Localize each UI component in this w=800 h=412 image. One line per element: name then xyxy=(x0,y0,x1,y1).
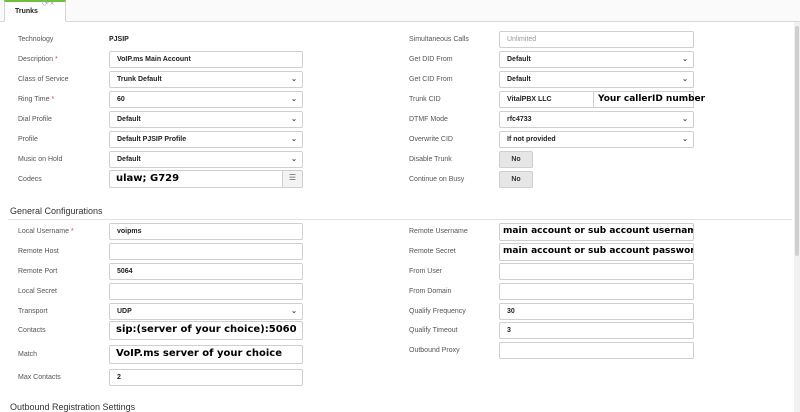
chevron-down-icon: ⌄ xyxy=(291,308,297,315)
chevron-down-icon: ⌄ xyxy=(291,136,297,143)
remote-username-input[interactable]: main account or sub account username xyxy=(499,223,694,241)
qualify-frequency-label: Qualify Frequency xyxy=(409,308,466,315)
remote-port-input[interactable]: 5064 xyxy=(109,263,303,280)
dtmf-mode-label: DTMF Mode xyxy=(409,116,448,123)
get-did-from-label: Get DID From xyxy=(409,56,453,63)
local-username-input[interactable]: voipms xyxy=(109,223,303,240)
remote-port-label: Remote Port xyxy=(18,268,58,275)
get-cid-from-select[interactable]: Default ⌄ xyxy=(499,71,694,88)
remote-host-label: Remote Host xyxy=(18,248,59,255)
trunk-cid-note-box: Your callerID number xyxy=(593,91,705,108)
tab-label: Trunks xyxy=(15,8,38,15)
chevron-down-icon: ⌄ xyxy=(682,76,688,83)
codecs-label: Codecs xyxy=(18,176,42,183)
remote-host-input[interactable] xyxy=(109,243,303,260)
overwrite-cid-label: Overwrite CID xyxy=(409,136,453,143)
local-secret-input[interactable] xyxy=(109,283,303,300)
match-label: Match xyxy=(18,351,38,358)
tab-bar: Trunks ⟳× xyxy=(0,0,800,22)
close-icon[interactable]: × xyxy=(50,0,56,8)
outbound-registration-title: Outbound Registration Settings xyxy=(10,402,136,412)
max-contacts-input[interactable]: 2 xyxy=(109,369,303,386)
trunk-cid-note: Your callerID number xyxy=(598,94,706,104)
description-label: Description * xyxy=(18,56,58,63)
outbound-proxy-label: Outbound Proxy xyxy=(409,347,460,354)
max-contacts-label: Max Contacts xyxy=(18,374,61,381)
remote-username-label: Remote Username xyxy=(409,228,468,235)
remote-secret-input[interactable]: main account or sub account password xyxy=(499,243,694,261)
get-cid-from-label: Get CID From xyxy=(409,76,453,83)
outbound-proxy-input[interactable] xyxy=(499,342,694,359)
qualify-timeout-label: Qualify Timeout xyxy=(409,327,458,334)
disable-trunk-label: Disable Trunk xyxy=(409,156,452,163)
match-input[interactable]: VoIP.ms server of your choice xyxy=(109,345,303,364)
disable-trunk-toggle[interactable]: No xyxy=(499,151,533,168)
technology-label: Technology xyxy=(18,36,54,43)
profile-label: Profile xyxy=(18,136,38,143)
trunk-cid-label: Trunk CID xyxy=(409,96,441,103)
remote-secret-label: Remote Secret xyxy=(409,248,456,255)
transport-label: Transport xyxy=(18,308,48,315)
local-secret-label: Local Secret xyxy=(18,288,57,295)
profile-select[interactable]: Default PJSIP Profile ⌄ xyxy=(109,131,303,148)
from-user-input[interactable] xyxy=(499,263,694,280)
tab-trunks[interactable]: Trunks ⟳× xyxy=(4,0,66,22)
codecs-value: ulaw; G729 xyxy=(116,173,180,184)
simultaneous-calls-input[interactable]: Unlimited xyxy=(499,31,694,48)
chevron-down-icon: ⌄ xyxy=(682,56,688,63)
class-of-service-select[interactable]: Trunk Default ⌄ xyxy=(109,71,303,88)
codecs-field[interactable]: ulaw; G729 ☰ xyxy=(109,170,303,188)
refresh-icon[interactable]: ⟳ xyxy=(42,0,50,8)
contacts-label: Contacts xyxy=(18,327,46,334)
qualify-frequency-input[interactable]: 30 xyxy=(499,303,694,320)
scrollbar[interactable] xyxy=(794,22,800,412)
ring-time-select[interactable]: 60 ⌄ xyxy=(109,91,303,108)
class-of-service-label: Class of Service xyxy=(18,76,69,83)
list-icon[interactable]: ☰ xyxy=(282,171,302,187)
from-user-label: From User xyxy=(409,268,443,275)
from-domain-label: From Domain xyxy=(409,288,452,295)
technology-value: PJSIP xyxy=(109,36,129,43)
continue-on-busy-label: Continue on Busy xyxy=(409,176,465,183)
overwrite-cid-select[interactable]: If not provided ⌄ xyxy=(499,131,694,148)
description-input[interactable]: VoIP.ms Main Account xyxy=(109,51,303,68)
dial-profile-select[interactable]: Default ⌄ xyxy=(109,111,303,128)
contacts-input[interactable]: sip:(server of your choice):5060 xyxy=(109,321,303,340)
get-did-from-select[interactable]: Default ⌄ xyxy=(499,51,694,68)
chevron-down-icon: ⌄ xyxy=(291,156,297,163)
dtmf-mode-select[interactable]: rfc4733 ⌄ xyxy=(499,111,694,128)
simultaneous-calls-label: Simultaneous Calls xyxy=(409,36,469,43)
remote-username-value: main account or sub account username xyxy=(503,226,694,236)
remote-secret-value: main account or sub account password xyxy=(503,246,694,256)
music-on-hold-label: Music on Hold xyxy=(18,156,63,163)
continue-on-busy-toggle[interactable]: No xyxy=(499,171,533,188)
general-configurations-title: General Configurations xyxy=(10,206,103,216)
chevron-down-icon: ⌄ xyxy=(291,96,297,103)
chevron-down-icon: ⌄ xyxy=(682,136,688,143)
chevron-down-icon: ⌄ xyxy=(291,76,297,83)
transport-select[interactable]: UDP ⌄ xyxy=(109,303,303,320)
match-value: VoIP.ms server of your choice xyxy=(116,348,282,359)
ring-time-label: Ring Time * xyxy=(18,96,55,103)
scrollbar-thumb[interactable] xyxy=(795,26,799,256)
music-on-hold-select[interactable]: Default ⌄ xyxy=(109,151,303,168)
chevron-down-icon: ⌄ xyxy=(682,116,688,123)
local-username-label: Local Username * xyxy=(18,228,74,235)
from-domain-input[interactable] xyxy=(499,283,694,300)
section-divider xyxy=(8,219,792,220)
dial-profile-label: Dial Profile xyxy=(18,116,52,123)
chevron-down-icon: ⌄ xyxy=(291,116,297,123)
qualify-timeout-input[interactable]: 3 xyxy=(499,322,694,339)
contacts-value: sip:(server of your choice):5060 xyxy=(116,324,297,335)
